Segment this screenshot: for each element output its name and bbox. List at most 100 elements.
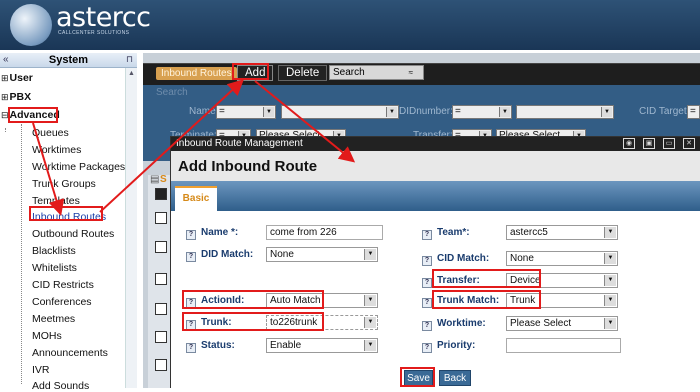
chevron-down-icon: ▼: [604, 295, 616, 306]
sidebar-item-outbound-routes[interactable]: Outbound Routes: [32, 228, 114, 240]
chevron-down-icon: ▼: [499, 107, 510, 117]
sidebar-item-advanced[interactable]: ⊟Advanced: [1, 109, 60, 121]
search-toggle[interactable]: Search ≈: [329, 65, 424, 80]
select-all-checkbox[interactable]: [155, 188, 167, 200]
sidebar-item-add-sounds[interactable]: Add Sounds: [32, 380, 89, 392]
expand-icon[interactable]: ⊞: [1, 92, 9, 102]
trunk-match-label: ? Trunk Match:: [422, 295, 499, 308]
sidebar-item-user[interactable]: ⊞User: [1, 72, 33, 84]
row-checkbox[interactable]: [155, 212, 167, 224]
name-value-select[interactable]: ▼: [281, 105, 399, 119]
sidebar-item-worktime-packages[interactable]: Worktime Packages: [32, 161, 125, 173]
name-operator-select[interactable]: = ▼: [216, 105, 276, 119]
help-icon[interactable]: ?: [186, 298, 196, 308]
logo-icon: [10, 4, 52, 46]
row-checkbox[interactable]: [155, 241, 167, 253]
row-checkbox[interactable]: [155, 359, 167, 371]
expand-icon[interactable]: ⊞: [1, 73, 9, 83]
worktime-select[interactable]: Please Select ▼: [506, 316, 618, 331]
sidebar-item-conferences[interactable]: Conferences: [32, 296, 92, 308]
sidebar-item-meetmes[interactable]: Meetmes: [32, 313, 75, 325]
sidebar-item-queues[interactable]: Queues: [32, 127, 69, 139]
help-icon[interactable]: ?: [422, 321, 432, 331]
restore-icon[interactable]: ▭: [663, 138, 675, 149]
label-text: Name *:: [201, 227, 239, 238]
cid-match-select[interactable]: None ▼: [506, 251, 618, 266]
sidebar-item-mohs[interactable]: MOHs: [32, 330, 62, 342]
row-checkbox[interactable]: [155, 303, 167, 315]
help-icon[interactable]: ?: [186, 320, 196, 330]
select-value: Auto Match: [270, 295, 321, 306]
status-select[interactable]: Enable ▼: [266, 338, 378, 353]
close-icon[interactable]: ✕: [683, 138, 695, 149]
settings-icon[interactable]: ◉: [623, 138, 635, 149]
select-value: Please Select: [510, 318, 572, 329]
trunk-match-select[interactable]: Trunk ▼: [506, 293, 618, 308]
cid-operator-select[interactable]: =: [687, 105, 700, 119]
sidebar-item-label: PBX: [9, 91, 32, 103]
maximize-icon[interactable]: ▣: [643, 138, 655, 149]
transfer-select[interactable]: Device ▼: [506, 273, 618, 288]
tree-line: [5, 128, 6, 132]
add-inbound-route-dialog: Inbound Route Management ◉ ▣ ▭ ✕ Add Inb…: [170, 136, 700, 389]
select-value: astercc5: [510, 227, 548, 238]
help-icon[interactable]: ?: [422, 278, 432, 288]
sidebar-item-cid-restricts[interactable]: CID Restricts: [32, 279, 94, 291]
status-label: ? Status:: [186, 340, 235, 353]
chevron-down-icon: ▼: [364, 249, 376, 260]
help-icon[interactable]: ?: [422, 256, 432, 266]
chevron-down-icon: ▼: [364, 295, 376, 306]
chevron-down-icon: ▼: [601, 107, 612, 117]
select-value: None: [510, 253, 534, 264]
did-match-select[interactable]: None ▼: [266, 247, 378, 262]
scroll-up-icon[interactable]: ▲: [128, 70, 135, 77]
label-text: DID Match:: [201, 249, 254, 260]
sidebar-item-pbx[interactable]: ⊞PBX: [1, 91, 31, 103]
team-select[interactable]: astercc5 ▼: [506, 225, 618, 240]
tab-basic[interactable]: Basic: [175, 186, 217, 211]
search-toggle-label: Search: [333, 67, 365, 78]
help-icon[interactable]: ?: [186, 252, 196, 262]
did-value-select[interactable]: ▼: [516, 105, 614, 119]
expand-arrow-icon: ≈: [408, 68, 413, 77]
help-icon[interactable]: ?: [186, 230, 196, 240]
sidebar-item-templates[interactable]: Templates: [32, 195, 80, 207]
sidebar-item-trunk-groups[interactable]: Trunk Groups: [32, 178, 96, 190]
row-checkbox[interactable]: [155, 331, 167, 343]
sidebar-item-whitelists[interactable]: Whitelists: [32, 262, 77, 274]
chevron-down-icon: ▼: [364, 317, 376, 328]
priority-input[interactable]: [506, 338, 621, 353]
row-checkbox[interactable]: [155, 273, 167, 285]
sidebar-item-label: User: [9, 72, 33, 84]
name-input[interactable]: come from 226: [266, 225, 383, 240]
trunk-select[interactable]: to226trunk ▼: [266, 315, 378, 330]
help-icon[interactable]: ?: [422, 298, 432, 308]
help-icon[interactable]: ?: [186, 343, 196, 353]
add-button[interactable]: Add: [237, 65, 274, 81]
label-text: Worktime:: [437, 318, 486, 329]
select-value: None: [270, 249, 294, 260]
sidebar-item-worktimes[interactable]: Worktimes: [32, 144, 81, 156]
priority-label: ? Priority:: [422, 340, 475, 353]
cid-label: CID Target:: [639, 106, 690, 117]
delete-button[interactable]: Delete: [278, 65, 328, 81]
actionid-select[interactable]: Auto Match ▼: [266, 293, 378, 308]
chevron-down-icon: ▼: [604, 227, 616, 238]
sidebar-item-blacklists[interactable]: Blacklists: [32, 245, 76, 257]
worktime-label: ? Worktime:: [422, 318, 486, 331]
sidebar-item-announcements[interactable]: Announcements: [32, 347, 108, 359]
sidebar-scrollbar[interactable]: ▲: [125, 68, 137, 388]
sidebar-item-inbound-routes[interactable]: Inbound Routes: [32, 211, 106, 223]
did-label: DIDnumber:: [399, 106, 453, 117]
help-icon[interactable]: ?: [422, 230, 432, 240]
chevron-down-icon: ▼: [364, 340, 376, 351]
did-operator-select[interactable]: = ▼: [452, 105, 512, 119]
help-icon[interactable]: ?: [422, 343, 432, 353]
save-button[interactable]: Save: [404, 370, 433, 386]
pin-icon[interactable]: ⊓: [126, 54, 133, 65]
collapse-tree-icon[interactable]: ⊟: [1, 110, 9, 120]
back-button[interactable]: Back: [439, 370, 471, 386]
tab-inbound-routes[interactable]: Inbound Routes: [156, 67, 237, 80]
sidebar-item-ivr[interactable]: IVR: [32, 364, 50, 376]
name-field-label: ? Name *:: [186, 227, 238, 240]
